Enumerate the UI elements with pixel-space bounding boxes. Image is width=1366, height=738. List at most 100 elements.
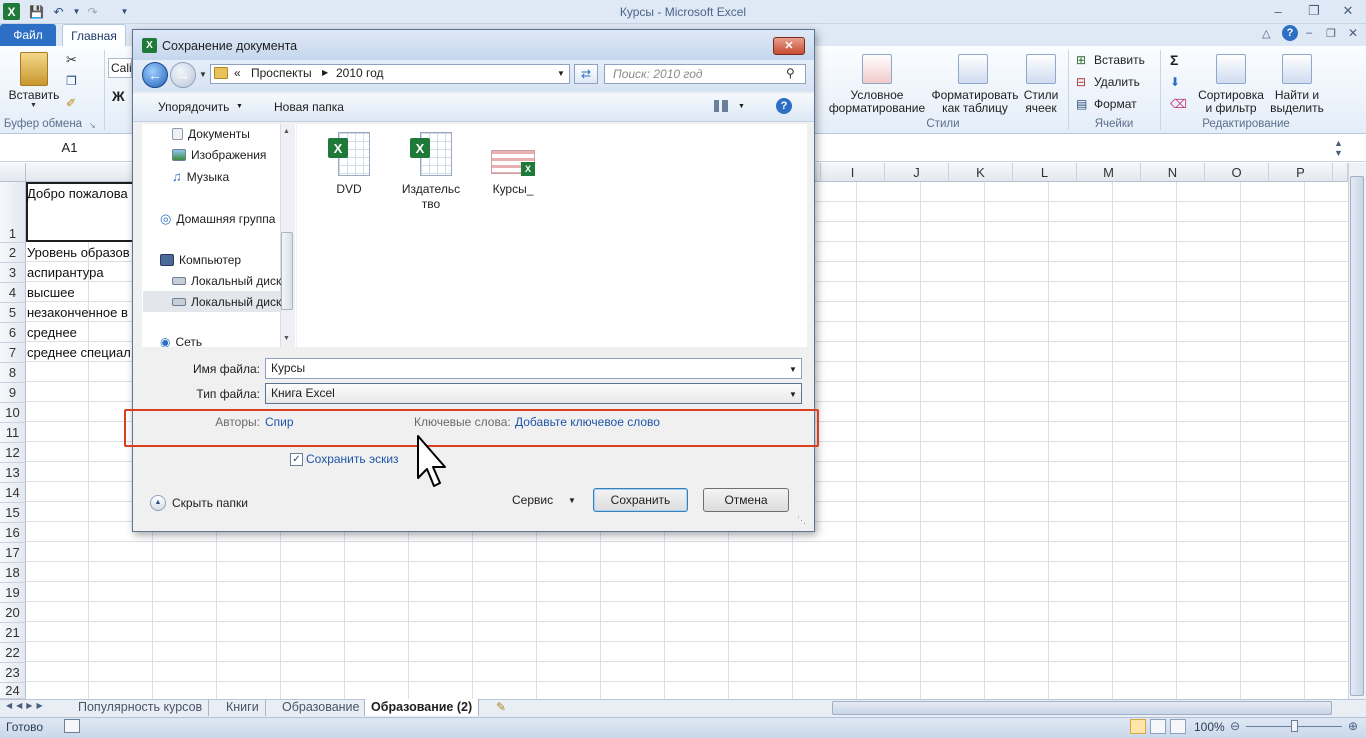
select-all-corner[interactable] <box>0 163 26 182</box>
sort-filter-icon[interactable] <box>1216 54 1246 84</box>
keywords-field[interactable]: Добавьте ключевое слово <box>515 415 660 429</box>
font-name-field[interactable]: Cali <box>108 58 132 78</box>
fill-icon[interactable]: ⬇ <box>1170 75 1180 89</box>
column-header-j[interactable]: J <box>885 163 949 182</box>
nav-item-local-disk-d[interactable]: Локальный диск <box>172 295 281 309</box>
insert-cells-icon[interactable]: ⊞ <box>1076 53 1086 67</box>
filetype-dropdown-icon[interactable]: ▼ <box>789 390 797 399</box>
name-box[interactable]: A1 <box>0 137 140 159</box>
nav-item-homegroup[interactable]: ◎ Домашняя группа <box>160 211 275 227</box>
view-dropdown-icon[interactable]: ▼ <box>738 103 745 110</box>
sheet-tab[interactable]: Образование <box>276 699 367 716</box>
clear-icon[interactable]: ⌫ <box>1170 97 1187 111</box>
clipboard-launcher-icon[interactable]: ↘ <box>89 121 96 130</box>
column-header-k[interactable]: K <box>949 163 1013 182</box>
row-header[interactable]: 6 <box>0 323 26 343</box>
breadcrumb-subfolder[interactable]: 2010 год <box>336 66 384 80</box>
zoom-in-icon[interactable]: ⊕ <box>1348 719 1358 733</box>
row-header[interactable]: 4 <box>0 283 26 303</box>
column-header-i[interactable]: I <box>821 163 885 182</box>
nav-item-computer[interactable]: Компьютер <box>160 253 241 267</box>
row-header[interactable]: 8 <box>0 363 26 383</box>
row-header[interactable]: 12 <box>0 443 26 463</box>
row-header[interactable]: 2 <box>0 243 26 263</box>
format-as-table-icon[interactable] <box>958 54 988 84</box>
row-header[interactable]: 14 <box>0 483 26 503</box>
save-thumbnail-label[interactable]: Сохранить эскиз <box>306 452 399 466</box>
zoom-out-icon[interactable]: ⊖ <box>1230 719 1240 733</box>
hide-folders-icon[interactable]: ▲ <box>150 495 166 511</box>
search-input[interactable]: Поиск: 2010 год <box>604 64 806 84</box>
conditional-formatting-button[interactable]: Условное форматирование <box>822 89 932 115</box>
view-options-icon[interactable] <box>714 100 728 112</box>
help-icon[interactable]: ? <box>1282 25 1298 41</box>
row-header[interactable]: 22 <box>0 643 26 663</box>
row-header[interactable]: 21 <box>0 623 26 643</box>
breadcrumb-folder[interactable]: Проспекты <box>251 66 312 80</box>
conditional-formatting-icon[interactable] <box>862 54 892 84</box>
new-folder-button[interactable]: Новая папка <box>274 100 344 114</box>
delete-cells-icon[interactable]: ⊟ <box>1076 75 1086 89</box>
save-button[interactable]: Сохранить <box>593 488 688 512</box>
zoom-level[interactable]: 100% <box>1194 720 1225 734</box>
nav-item-network[interactable]: ◉ Сеть <box>160 336 202 347</box>
cell-a1[interactable]: Добро пожалова <box>27 186 133 201</box>
normal-view-icon[interactable] <box>1130 719 1146 734</box>
column-header-m[interactable]: M <box>1077 163 1141 182</box>
page-break-view-icon[interactable] <box>1170 719 1186 734</box>
row-header[interactable]: 13 <box>0 463 26 483</box>
cut-icon[interactable]: ✂ <box>66 52 77 68</box>
format-painter-icon[interactable]: ✐ <box>66 96 76 110</box>
save-thumbnail-checkbox[interactable]: ✓ <box>290 453 303 466</box>
row-header[interactable]: 3 <box>0 263 26 283</box>
zoom-slider-thumb[interactable] <box>1291 720 1298 732</box>
row-header[interactable]: 11 <box>0 423 26 443</box>
insert-cells-button[interactable]: Вставить <box>1094 53 1145 67</box>
dialog-close-button[interactable]: ✕ <box>773 37 805 55</box>
filename-input[interactable]: Курсы <box>265 358 802 379</box>
dialog-help-icon[interactable]: ? <box>776 98 792 114</box>
search-icon[interactable]: ⚲ <box>786 66 795 80</box>
macro-record-icon[interactable] <box>64 719 80 733</box>
history-dropdown-icon[interactable]: ▼ <box>199 70 207 79</box>
cancel-button[interactable]: Отмена <box>703 488 789 512</box>
column-header-n[interactable]: N <box>1141 163 1205 182</box>
column-header-o[interactable]: O <box>1205 163 1269 182</box>
breadcrumb-prefix[interactable]: « <box>234 66 241 80</box>
paste-icon[interactable] <box>20 52 48 86</box>
bold-button[interactable]: Ж <box>112 88 125 104</box>
cell-a7[interactable]: среднее специал <box>27 345 133 360</box>
row-header[interactable]: 1 <box>0 182 26 243</box>
sheet-tab[interactable]: Популярность курсов <box>72 699 210 716</box>
cell-a4[interactable]: высшее <box>27 285 133 300</box>
row-header[interactable]: 7 <box>0 343 26 363</box>
row-header[interactable]: 19 <box>0 583 26 603</box>
cell-styles-button[interactable]: Стили ячеек <box>1018 89 1064 115</box>
breadcrumb-separator-icon[interactable]: ▶ <box>322 68 328 77</box>
sheet-nav-arrows-icon[interactable]: ◀◀▶▶ <box>6 701 47 710</box>
paste-dropdown-icon[interactable]: ▼ <box>30 102 37 109</box>
close-window-button[interactable]: ✕ <box>1336 2 1360 20</box>
row-header[interactable]: 5 <box>0 303 26 323</box>
row-header[interactable]: 18 <box>0 563 26 583</box>
nav-item-documents[interactable]: Документы <box>172 127 250 141</box>
workbook-close-icon[interactable]: ✕ <box>1348 26 1358 40</box>
sort-filter-button[interactable]: Сортировка и фильтр <box>1196 89 1266 115</box>
resize-grip-icon[interactable]: ⋱ <box>797 515 806 526</box>
page-layout-view-icon[interactable] <box>1150 719 1166 734</box>
column-header-p[interactable]: P <box>1269 163 1333 182</box>
row-header[interactable]: 17 <box>0 543 26 563</box>
nav-scroll-down-icon[interactable]: ▼ <box>283 335 290 342</box>
column-header-l[interactable]: L <box>1013 163 1077 182</box>
filename-dropdown-icon[interactable]: ▼ <box>789 365 797 374</box>
cell-a5[interactable]: незаконченное в <box>27 305 133 320</box>
workbook-minimize-icon[interactable]: – <box>1306 27 1312 39</box>
file-item-dvd[interactable]: X DVD <box>322 132 376 197</box>
nav-scroll-up-icon[interactable]: ▲ <box>283 128 290 135</box>
nav-scroll-thumb[interactable] <box>281 232 293 310</box>
cell-a3[interactable]: аспирантура <box>27 265 133 280</box>
file-item-publishing[interactable]: X Издательство <box>398 132 464 212</box>
find-select-icon[interactable] <box>1282 54 1312 84</box>
find-select-button[interactable]: Найти и выделить <box>1266 89 1328 115</box>
formula-bar-expand-icon[interactable]: ▲ ▼ <box>1334 138 1343 158</box>
